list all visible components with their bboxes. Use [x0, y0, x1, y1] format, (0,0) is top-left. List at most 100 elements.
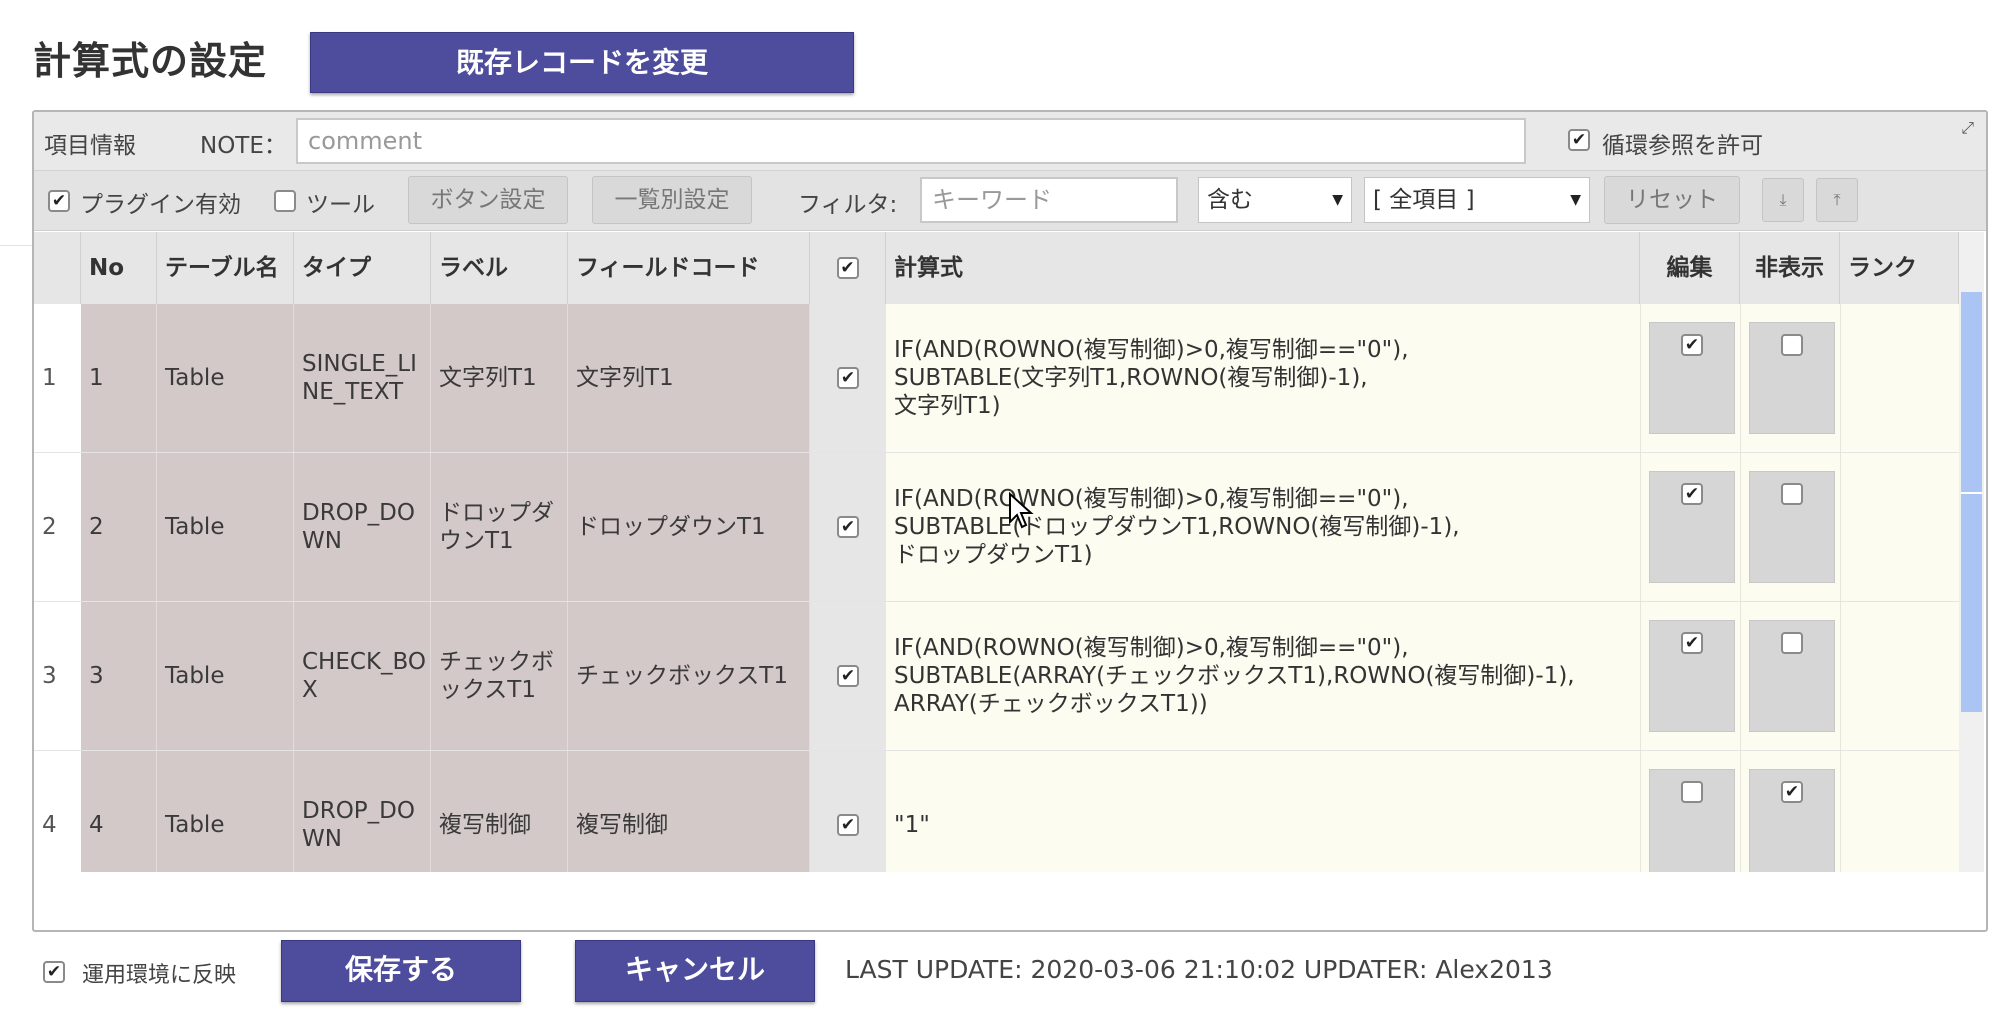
cell-label: ドロップダウンT1 — [431, 453, 568, 601]
cell-label: 複写制御 — [431, 751, 568, 872]
table-scrollbar[interactable] — [1959, 232, 1984, 872]
row-select-checkbox[interactable] — [837, 367, 859, 389]
cell-edit — [1640, 453, 1740, 601]
tool-checkbox[interactable] — [274, 190, 296, 212]
plugin-enabled-checkbox[interactable] — [48, 190, 70, 212]
table-row[interactable]: 4 4 Table DROP_DOWN 複写制御 複写制御 "1" — [34, 751, 1959, 872]
header-no: No — [81, 232, 157, 304]
cancel-button[interactable]: キャンセル — [575, 940, 815, 1002]
cell-formula[interactable]: IF(AND(ROWNO(複写制御)>0,複写制御=="0"), SUBTABL… — [886, 602, 1640, 750]
edit-checkbox[interactable] — [1681, 632, 1703, 654]
cell-type: DROP_DOWN — [294, 751, 431, 872]
button-settings-button[interactable]: ボタン設定 — [408, 176, 568, 224]
scrollbar-thumb[interactable] — [1961, 292, 1982, 712]
scroll-top-icon[interactable]: ⤒ — [1816, 178, 1858, 222]
header-table-name: テーブル名 — [157, 232, 294, 304]
cell-no: 4 — [81, 751, 157, 872]
cell-table-name: Table — [157, 751, 294, 872]
cell-no: 3 — [81, 602, 157, 750]
keyword-input[interactable] — [920, 177, 1178, 223]
cell-type: DROP_DOWN — [294, 453, 431, 601]
header-type: タイプ — [294, 232, 431, 304]
cell-type: CHECK_BOX — [294, 602, 431, 750]
item-info-bar: 項目情報 NOTE： 循環参照を許可 ⤢ — [34, 112, 1986, 171]
cell-formula[interactable]: IF(AND(ROWNO(複写制御)>0,複写制御=="0"), SUBTABL… — [886, 453, 1640, 601]
header-edit: 編集 — [1640, 232, 1740, 304]
table-header: No テーブル名 タイプ ラベル フィールドコード 計算式 編集 非表示 ランク — [34, 232, 1959, 305]
table-row[interactable]: 3 3 Table CHECK_BOX チェックボックスT1 チェックボックスT… — [34, 602, 1959, 751]
cell-edit — [1640, 751, 1740, 872]
cell-rank[interactable] — [1840, 751, 1959, 872]
cell-hidden — [1740, 453, 1840, 601]
row-number: 4 — [34, 751, 81, 872]
header-formula: 計算式 — [886, 232, 1640, 304]
select-all-checkbox[interactable] — [836, 257, 859, 279]
page-title: 計算式の設定 — [33, 39, 268, 83]
cell-table-name: Table — [157, 304, 294, 452]
scrollbar-separator — [1961, 492, 1982, 494]
match-type-value: 含む — [1207, 187, 1253, 213]
edit-checkbox[interactable] — [1681, 483, 1703, 505]
cell-hidden — [1740, 602, 1840, 750]
hidden-checkbox[interactable] — [1781, 781, 1803, 803]
cell-rank[interactable] — [1840, 453, 1959, 601]
chevron-down-icon: ▼ — [1332, 192, 1343, 208]
plugin-enabled-label: プラグイン有効 — [80, 192, 241, 218]
cell-table-name: Table — [157, 602, 294, 750]
filter-label: フィルタ: — [798, 192, 898, 218]
row-select-checkbox[interactable] — [837, 814, 859, 836]
header-rank: ランク — [1840, 232, 1959, 304]
cell-label: チェックボックスT1 — [431, 602, 568, 750]
item-info-label: 項目情報 — [44, 133, 136, 159]
note-input[interactable] — [296, 118, 1526, 164]
cell-formula[interactable]: "1" — [886, 751, 1640, 872]
match-type-select[interactable]: 含む ▼ — [1198, 177, 1352, 223]
hidden-checkbox[interactable] — [1781, 334, 1803, 356]
save-button[interactable]: 保存する — [281, 940, 521, 1002]
cell-select — [810, 304, 886, 452]
tool-label: ツール — [306, 192, 375, 218]
row-number: 3 — [34, 602, 81, 750]
apply-production-label: 運用環境に反映 — [82, 963, 237, 988]
apply-production-checkbox[interactable] — [43, 961, 65, 983]
cell-no: 1 — [81, 304, 157, 452]
filter-bar: プラグイン有効 ツール ボタン設定 一覧別設定 フィルタ: 含む ▼ [ 全項目… — [34, 171, 1986, 231]
edit-checkbox[interactable] — [1681, 334, 1703, 356]
cell-label: 文字列T1 — [431, 304, 568, 452]
table-row[interactable]: 2 2 Table DROP_DOWN ドロップダウンT1 ドロップダウンT1 … — [34, 453, 1959, 602]
cell-formula[interactable]: IF(AND(ROWNO(複写制御)>0,複写制御=="0"), SUBTABL… — [886, 304, 1640, 452]
header-field-code: フィールドコード — [568, 232, 810, 304]
list-settings-button[interactable]: 一覧別設定 — [592, 176, 752, 224]
allow-circular-reference-checkbox[interactable] — [1568, 129, 1590, 151]
mouse-cursor-icon — [1009, 492, 1034, 529]
cell-field-code: ドロップダウンT1 — [568, 453, 810, 601]
hidden-checkbox[interactable] — [1781, 483, 1803, 505]
edit-checkbox[interactable] — [1681, 781, 1703, 803]
cell-select — [810, 602, 886, 750]
header-label: ラベル — [431, 232, 568, 304]
cell-field-code: 複写制御 — [568, 751, 810, 872]
row-number: 1 — [34, 304, 81, 452]
reset-button[interactable]: リセット — [1604, 176, 1740, 224]
row-number: 2 — [34, 453, 81, 601]
cell-table-name: Table — [157, 453, 294, 601]
header-rownum — [34, 232, 81, 304]
row-select-checkbox[interactable] — [837, 665, 859, 687]
expand-icon[interactable]: ⤢ — [1961, 118, 1974, 138]
cell-rank[interactable] — [1840, 602, 1959, 750]
last-update-text: LAST UPDATE: 2020-03-06 21:10:02 UPDATER… — [845, 955, 1553, 984]
field-select[interactable]: [ 全項目 ] ▼ — [1364, 177, 1590, 223]
cell-rank[interactable] — [1840, 304, 1959, 452]
scroll-bottom-icon[interactable]: ⤓ — [1762, 178, 1804, 222]
cell-hidden — [1740, 304, 1840, 452]
cell-select — [810, 453, 886, 601]
row-select-checkbox[interactable] — [837, 516, 859, 538]
cell-select — [810, 751, 886, 872]
change-existing-records-button[interactable]: 既存レコードを変更 — [310, 32, 854, 93]
cell-field-code: チェックボックスT1 — [568, 602, 810, 750]
hidden-checkbox[interactable] — [1781, 632, 1803, 654]
table-row[interactable]: 1 1 Table SINGLE_LINE_TEXT 文字列T1 文字列T1 I… — [34, 304, 1959, 453]
cell-hidden — [1740, 751, 1840, 872]
cell-no: 2 — [81, 453, 157, 601]
header-select-all — [810, 232, 886, 304]
